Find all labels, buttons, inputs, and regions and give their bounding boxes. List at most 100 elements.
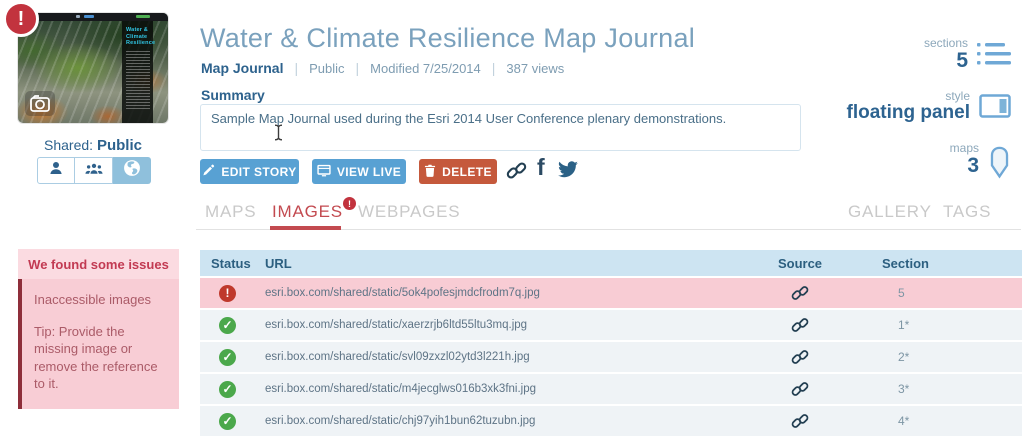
- style-label: style: [945, 89, 970, 103]
- section-number: 1*: [898, 318, 910, 332]
- story-checker-page: Water & Climate Resilience ! Shared: Pub…: [0, 0, 1024, 446]
- story-type: Map Journal: [201, 60, 284, 76]
- section-number: 3*: [898, 382, 910, 396]
- source-link-icon[interactable]: [760, 380, 840, 398]
- delete-button[interactable]: DELETE: [419, 159, 497, 184]
- page-title: Water & Climate Resilience Map Journal: [200, 23, 696, 53]
- story-alert-badge-icon: !: [3, 1, 39, 37]
- pencil-icon: [202, 164, 215, 180]
- section-number: 4*: [898, 414, 910, 428]
- style-value: floating panel: [846, 102, 971, 123]
- twitter-icon[interactable]: [557, 161, 579, 184]
- thumbnail-panel-title: Water & Climate Resilience: [126, 27, 156, 47]
- story-view-count: 387 views: [506, 60, 565, 76]
- tab-tags[interactable]: TAGS: [943, 202, 991, 222]
- image-url: esri.box.com/shared/static/5ok4pofesjmdc…: [265, 287, 540, 299]
- column-status: Status: [211, 255, 251, 271]
- column-url: URL: [265, 255, 292, 271]
- source-link-icon[interactable]: [760, 284, 840, 302]
- shared-status: Shared: Public: [18, 137, 168, 154]
- thumbnail-browser-bar: [18, 13, 168, 21]
- image-url: esri.box.com/shared/static/m4jecglws016b…: [265, 383, 537, 395]
- stat-maps: maps 3: [950, 141, 1011, 184]
- shared-value: Public: [96, 137, 142, 154]
- stat-sections: sections 5: [924, 36, 1011, 73]
- images-table: Status URL Source Section ! esri.box.com…: [200, 250, 1022, 436]
- share-public-button[interactable]: [113, 157, 151, 184]
- story-modified-date: Modified 7/25/2014: [370, 60, 481, 76]
- tab-images-label: IMAGES: [272, 202, 343, 221]
- error-status-icon: !: [219, 284, 236, 302]
- story-meta: Map Journal | Public | Modified 7/25/201…: [201, 60, 564, 76]
- meta-separator: |: [491, 60, 496, 76]
- meta-separator: |: [294, 60, 299, 76]
- image-url: esri.box.com/shared/static/chj97yih1bun6…: [265, 415, 536, 427]
- share-private-button[interactable]: [37, 157, 75, 184]
- ok-status-icon: ✓: [219, 412, 236, 430]
- copy-link-icon[interactable]: [506, 160, 527, 186]
- table-row[interactable]: ✓ esri.box.com/shared/static/m4jecglws01…: [200, 374, 1022, 404]
- stat-style: style floating panel: [847, 89, 1012, 124]
- delete-label: DELETE: [442, 164, 492, 179]
- issues-panel-body: Inaccessible images Tip: Provide the mis…: [18, 279, 179, 409]
- story-thumbnail[interactable]: Water & Climate Resilience: [18, 13, 168, 123]
- table-row[interactable]: ✓ esri.box.com/shared/static/xaerzrjb6lt…: [200, 310, 1022, 340]
- tab-images[interactable]: IMAGES !: [272, 197, 356, 222]
- story-visibility: Public: [309, 60, 345, 76]
- column-section: Section: [882, 255, 929, 271]
- view-live-label: VIEW LIVE: [336, 164, 402, 179]
- view-live-button[interactable]: VIEW LIVE: [312, 159, 406, 184]
- image-url: esri.box.com/shared/static/xaerzrjb6ltd5…: [265, 319, 528, 331]
- tab-webpages[interactable]: WEBPAGES: [358, 202, 460, 222]
- person-icon: [47, 159, 65, 182]
- globe-icon: [122, 158, 142, 183]
- shared-label: Shared:: [44, 137, 94, 153]
- tab-gallery[interactable]: GALLERY: [848, 202, 932, 222]
- map-pin-icon: [988, 146, 1011, 184]
- share-org-button[interactable]: [75, 157, 113, 184]
- sections-count: 5: [956, 49, 968, 72]
- section-number: 2*: [898, 350, 910, 364]
- table-header: Status URL Source Section: [200, 250, 1022, 276]
- facebook-icon[interactable]: f: [537, 156, 545, 179]
- sections-label: sections: [923, 36, 968, 50]
- source-link-icon[interactable]: [760, 316, 840, 334]
- meta-separator: |: [355, 60, 360, 76]
- tab-images-alert-badge-icon: !: [342, 197, 356, 210]
- issue-text: Inaccessible images: [34, 292, 152, 307]
- edit-story-label: EDIT STORY: [221, 164, 297, 179]
- issues-panel-title: We found some issues: [18, 249, 179, 279]
- maps-label: maps: [949, 141, 979, 155]
- section-number: 5: [898, 286, 905, 300]
- column-source: Source: [777, 255, 823, 271]
- camera-icon[interactable]: [25, 91, 55, 116]
- screen-icon: [317, 164, 331, 180]
- summary-input[interactable]: Sample Map Journal used during the Esri …: [200, 104, 801, 151]
- trash-icon: [424, 164, 436, 180]
- alert-glyph: !: [17, 7, 25, 30]
- table-row[interactable]: ! esri.box.com/shared/static/5ok4pofesjm…: [200, 278, 1022, 308]
- image-url: esri.box.com/shared/static/svl09zxzl02yt…: [265, 351, 530, 363]
- floating-panel-icon: [979, 94, 1011, 124]
- source-link-icon[interactable]: [760, 412, 840, 430]
- table-row[interactable]: ✓ esri.box.com/shared/static/svl09zxzl02…: [200, 342, 1022, 372]
- ok-status-icon: ✓: [219, 348, 236, 366]
- tab-maps[interactable]: MAPS: [205, 202, 256, 222]
- edit-story-button[interactable]: EDIT STORY: [200, 159, 299, 184]
- active-tab-underline: [270, 226, 341, 230]
- thumbnail-side-panel: Water & Climate Resilience: [122, 21, 156, 123]
- group-icon: [84, 159, 104, 182]
- thumbnail-panel-text-lines: [126, 50, 150, 109]
- summary-label: Summary: [201, 87, 265, 103]
- issues-panel: We found some issues Inaccessible images…: [18, 249, 179, 409]
- text-cursor-icon: [273, 124, 284, 146]
- table-row[interactable]: ✓ esri.box.com/shared/static/chj97yih1bu…: [200, 406, 1022, 436]
- section-list-icon: [977, 41, 1011, 73]
- issue-tip: Tip: Provide the missing image or remove…: [34, 323, 158, 392]
- maps-count: 3: [967, 154, 979, 177]
- ok-status-icon: ✓: [219, 380, 236, 398]
- sharing-level-toggle: [37, 157, 151, 184]
- facebook-glyph: f: [537, 154, 545, 180]
- ok-status-icon: ✓: [219, 316, 236, 334]
- source-link-icon[interactable]: [760, 348, 840, 366]
